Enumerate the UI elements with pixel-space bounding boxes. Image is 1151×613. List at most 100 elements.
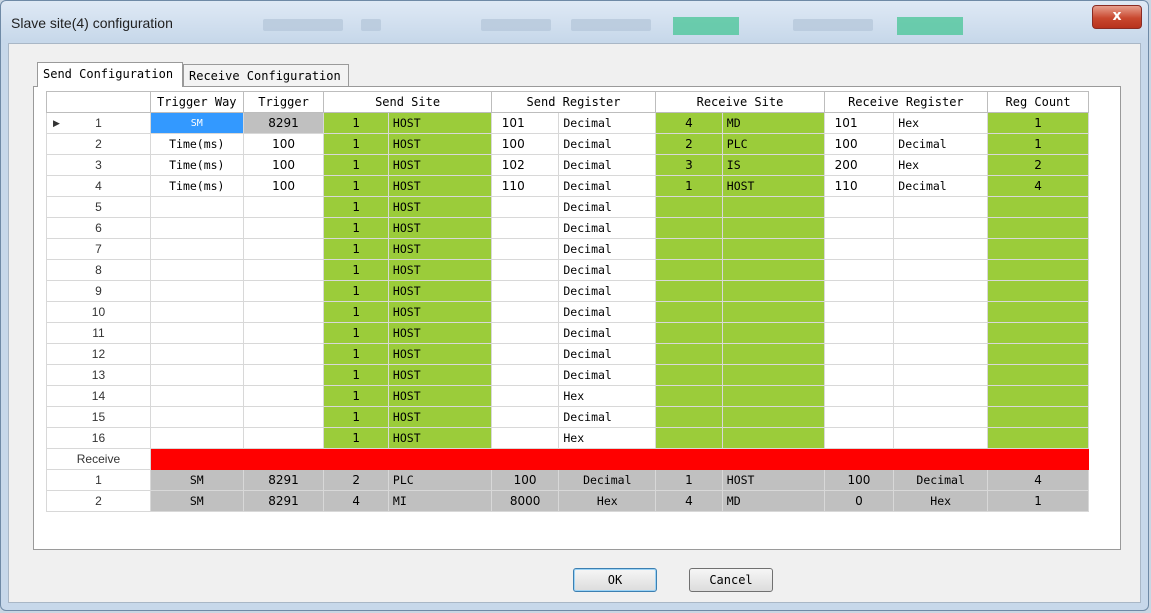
cell-send-register-value[interactable]	[490, 406, 560, 428]
cell-receive-register-format[interactable]	[893, 217, 989, 239]
cell-receive-site-name[interactable]	[721, 385, 825, 407]
cell-receive-register-value[interactable]: 100	[823, 469, 895, 491]
cell-trigger-way[interactable]: SM	[149, 469, 244, 491]
cell-send-site-number[interactable]: 1	[323, 238, 389, 260]
cell-reg-count[interactable]	[987, 196, 1089, 218]
cell-receive-site-name[interactable]	[721, 217, 825, 239]
cell-trigger-way[interactable]	[149, 259, 244, 281]
cell-reg-count[interactable]	[987, 322, 1089, 344]
cell-send-register-value[interactable]	[490, 280, 560, 302]
cell-trigger[interactable]	[242, 406, 325, 428]
cell-receive-site-number[interactable]	[655, 301, 723, 323]
cell-receive-register-value[interactable]	[823, 427, 895, 449]
cell-trigger-way[interactable]: Time(ms)	[149, 133, 244, 155]
cell-receive-register-format[interactable]	[893, 238, 989, 260]
cell-receive-site-name[interactable]	[721, 301, 825, 323]
cell-send-register-value[interactable]	[490, 385, 560, 407]
table-row[interactable]: 10 1 HOST Decimal	[46, 301, 1089, 323]
cell-trigger-way[interactable]	[149, 196, 244, 218]
cell-receive-site-number[interactable]	[655, 427, 723, 449]
cell-send-site-number[interactable]: 1	[323, 343, 389, 365]
cell-reg-count[interactable]: 1	[987, 133, 1089, 155]
cell-receive-site-number[interactable]: 4	[655, 112, 723, 134]
cell-receive-site-number[interactable]	[655, 196, 723, 218]
cell-trigger-way[interactable]	[149, 280, 244, 302]
cell-receive-site-number[interactable]	[655, 406, 723, 428]
cell-send-site-name[interactable]: HOST	[387, 385, 492, 407]
cell-receive-site-number[interactable]: 3	[655, 154, 723, 176]
row-header[interactable]: 8	[46, 259, 151, 281]
cell-reg-count[interactable]	[987, 427, 1089, 449]
cell-receive-register-format[interactable]: Decimal	[893, 175, 989, 197]
row-header[interactable]: ▶ 1	[46, 112, 151, 134]
cell-receive-register-value[interactable]	[823, 196, 895, 218]
cell-send-site-number[interactable]: 1	[323, 280, 389, 302]
cell-reg-count[interactable]	[987, 385, 1089, 407]
row-header[interactable]: 13	[46, 364, 151, 386]
cell-send-register-format[interactable]: Decimal	[558, 469, 657, 491]
cell-reg-count[interactable]	[987, 280, 1089, 302]
cell-send-site-name[interactable]: HOST	[387, 154, 492, 176]
cell-send-register-format[interactable]: Hex	[558, 385, 657, 407]
cell-send-site-name[interactable]: HOST	[387, 280, 492, 302]
cell-receive-register-value[interactable]	[823, 280, 895, 302]
row-header[interactable]: 7	[46, 238, 151, 260]
cell-send-register-value[interactable]: 102	[490, 154, 560, 176]
cell-trigger[interactable]: 8291	[242, 490, 325, 512]
cell-receive-register-value[interactable]	[823, 406, 895, 428]
row-header[interactable]: 9	[46, 280, 151, 302]
cell-send-site-number[interactable]: 1	[323, 364, 389, 386]
cell-trigger[interactable]: 100	[242, 154, 325, 176]
table-row[interactable]: 4 Time(ms) 100 1 HOST 110 Decimal 1 HOST 110 Decim…	[46, 175, 1089, 197]
row-header[interactable]: 6	[46, 217, 151, 239]
row-header[interactable]: 2	[46, 133, 151, 155]
table-row[interactable]: 1 SM 8291 2 PLC 100 Decimal 1 HOST 100 Decimal 4	[46, 469, 1089, 491]
cell-trigger-way[interactable]	[149, 322, 244, 344]
cell-trigger[interactable]: 8291	[242, 469, 325, 491]
cell-receive-register-format[interactable]: Hex	[893, 154, 989, 176]
cell-send-register-format[interactable]: Decimal	[558, 154, 657, 176]
cell-trigger[interactable]	[242, 385, 325, 407]
cell-send-register-format[interactable]: Decimal	[558, 175, 657, 197]
title-bar[interactable]: Slave site(4) configuration x	[1, 1, 1148, 43]
cell-receive-site-name[interactable]	[721, 196, 825, 218]
cell-reg-count[interactable]: 4	[987, 469, 1089, 491]
table-row[interactable]: 16 1 HOST Hex	[46, 427, 1089, 449]
cell-trigger[interactable]: 100	[242, 133, 325, 155]
cell-receive-register-format[interactable]	[893, 385, 989, 407]
row-header[interactable]: 5	[46, 196, 151, 218]
cell-trigger-way[interactable]	[149, 343, 244, 365]
cell-receive-register-value[interactable]	[823, 364, 895, 386]
cell-receive-site-number[interactable]	[655, 217, 723, 239]
cell-trigger[interactable]	[242, 196, 325, 218]
row-header[interactable]: 12	[46, 343, 151, 365]
cell-receive-register-format[interactable]	[893, 427, 989, 449]
cell-receive-site-name[interactable]: HOST	[721, 469, 825, 491]
cell-send-site-number[interactable]: 1	[323, 196, 389, 218]
cell-receive-register-format[interactable]	[893, 364, 989, 386]
cell-send-site-number[interactable]: 2	[323, 469, 389, 491]
cell-send-register-format[interactable]: Hex	[558, 427, 657, 449]
cell-receive-register-value[interactable]	[823, 343, 895, 365]
cell-receive-site-number[interactable]	[655, 364, 723, 386]
cell-send-site-name[interactable]: MI	[387, 490, 492, 512]
cell-receive-register-format[interactable]: Hex	[893, 490, 989, 512]
cell-send-register-value[interactable]	[490, 301, 560, 323]
cell-receive-site-name[interactable]	[721, 259, 825, 281]
cell-receive-site-number[interactable]: 1	[655, 469, 723, 491]
cell-receive-register-value[interactable]	[823, 385, 895, 407]
cell-receive-register-value[interactable]: 0	[823, 490, 895, 512]
table-row[interactable]: 7 1 HOST Decimal	[46, 238, 1089, 260]
cell-send-register-value[interactable]	[490, 259, 560, 281]
cell-send-register-format[interactable]: Decimal	[558, 217, 657, 239]
cell-trigger[interactable]	[242, 343, 325, 365]
cell-receive-register-value[interactable]: 101	[823, 112, 895, 134]
cell-send-register-value[interactable]	[490, 364, 560, 386]
column-header-receive-site[interactable]: Receive Site	[655, 91, 825, 113]
tab-receive-configuration[interactable]: Receive Configuration	[183, 64, 349, 86]
cell-trigger-way[interactable]	[149, 301, 244, 323]
cell-trigger[interactable]	[242, 259, 325, 281]
cell-send-site-name[interactable]: HOST	[387, 343, 492, 365]
table-row[interactable]: 12 1 HOST Decimal	[46, 343, 1089, 365]
table-row[interactable]: 8 1 HOST Decimal	[46, 259, 1089, 281]
